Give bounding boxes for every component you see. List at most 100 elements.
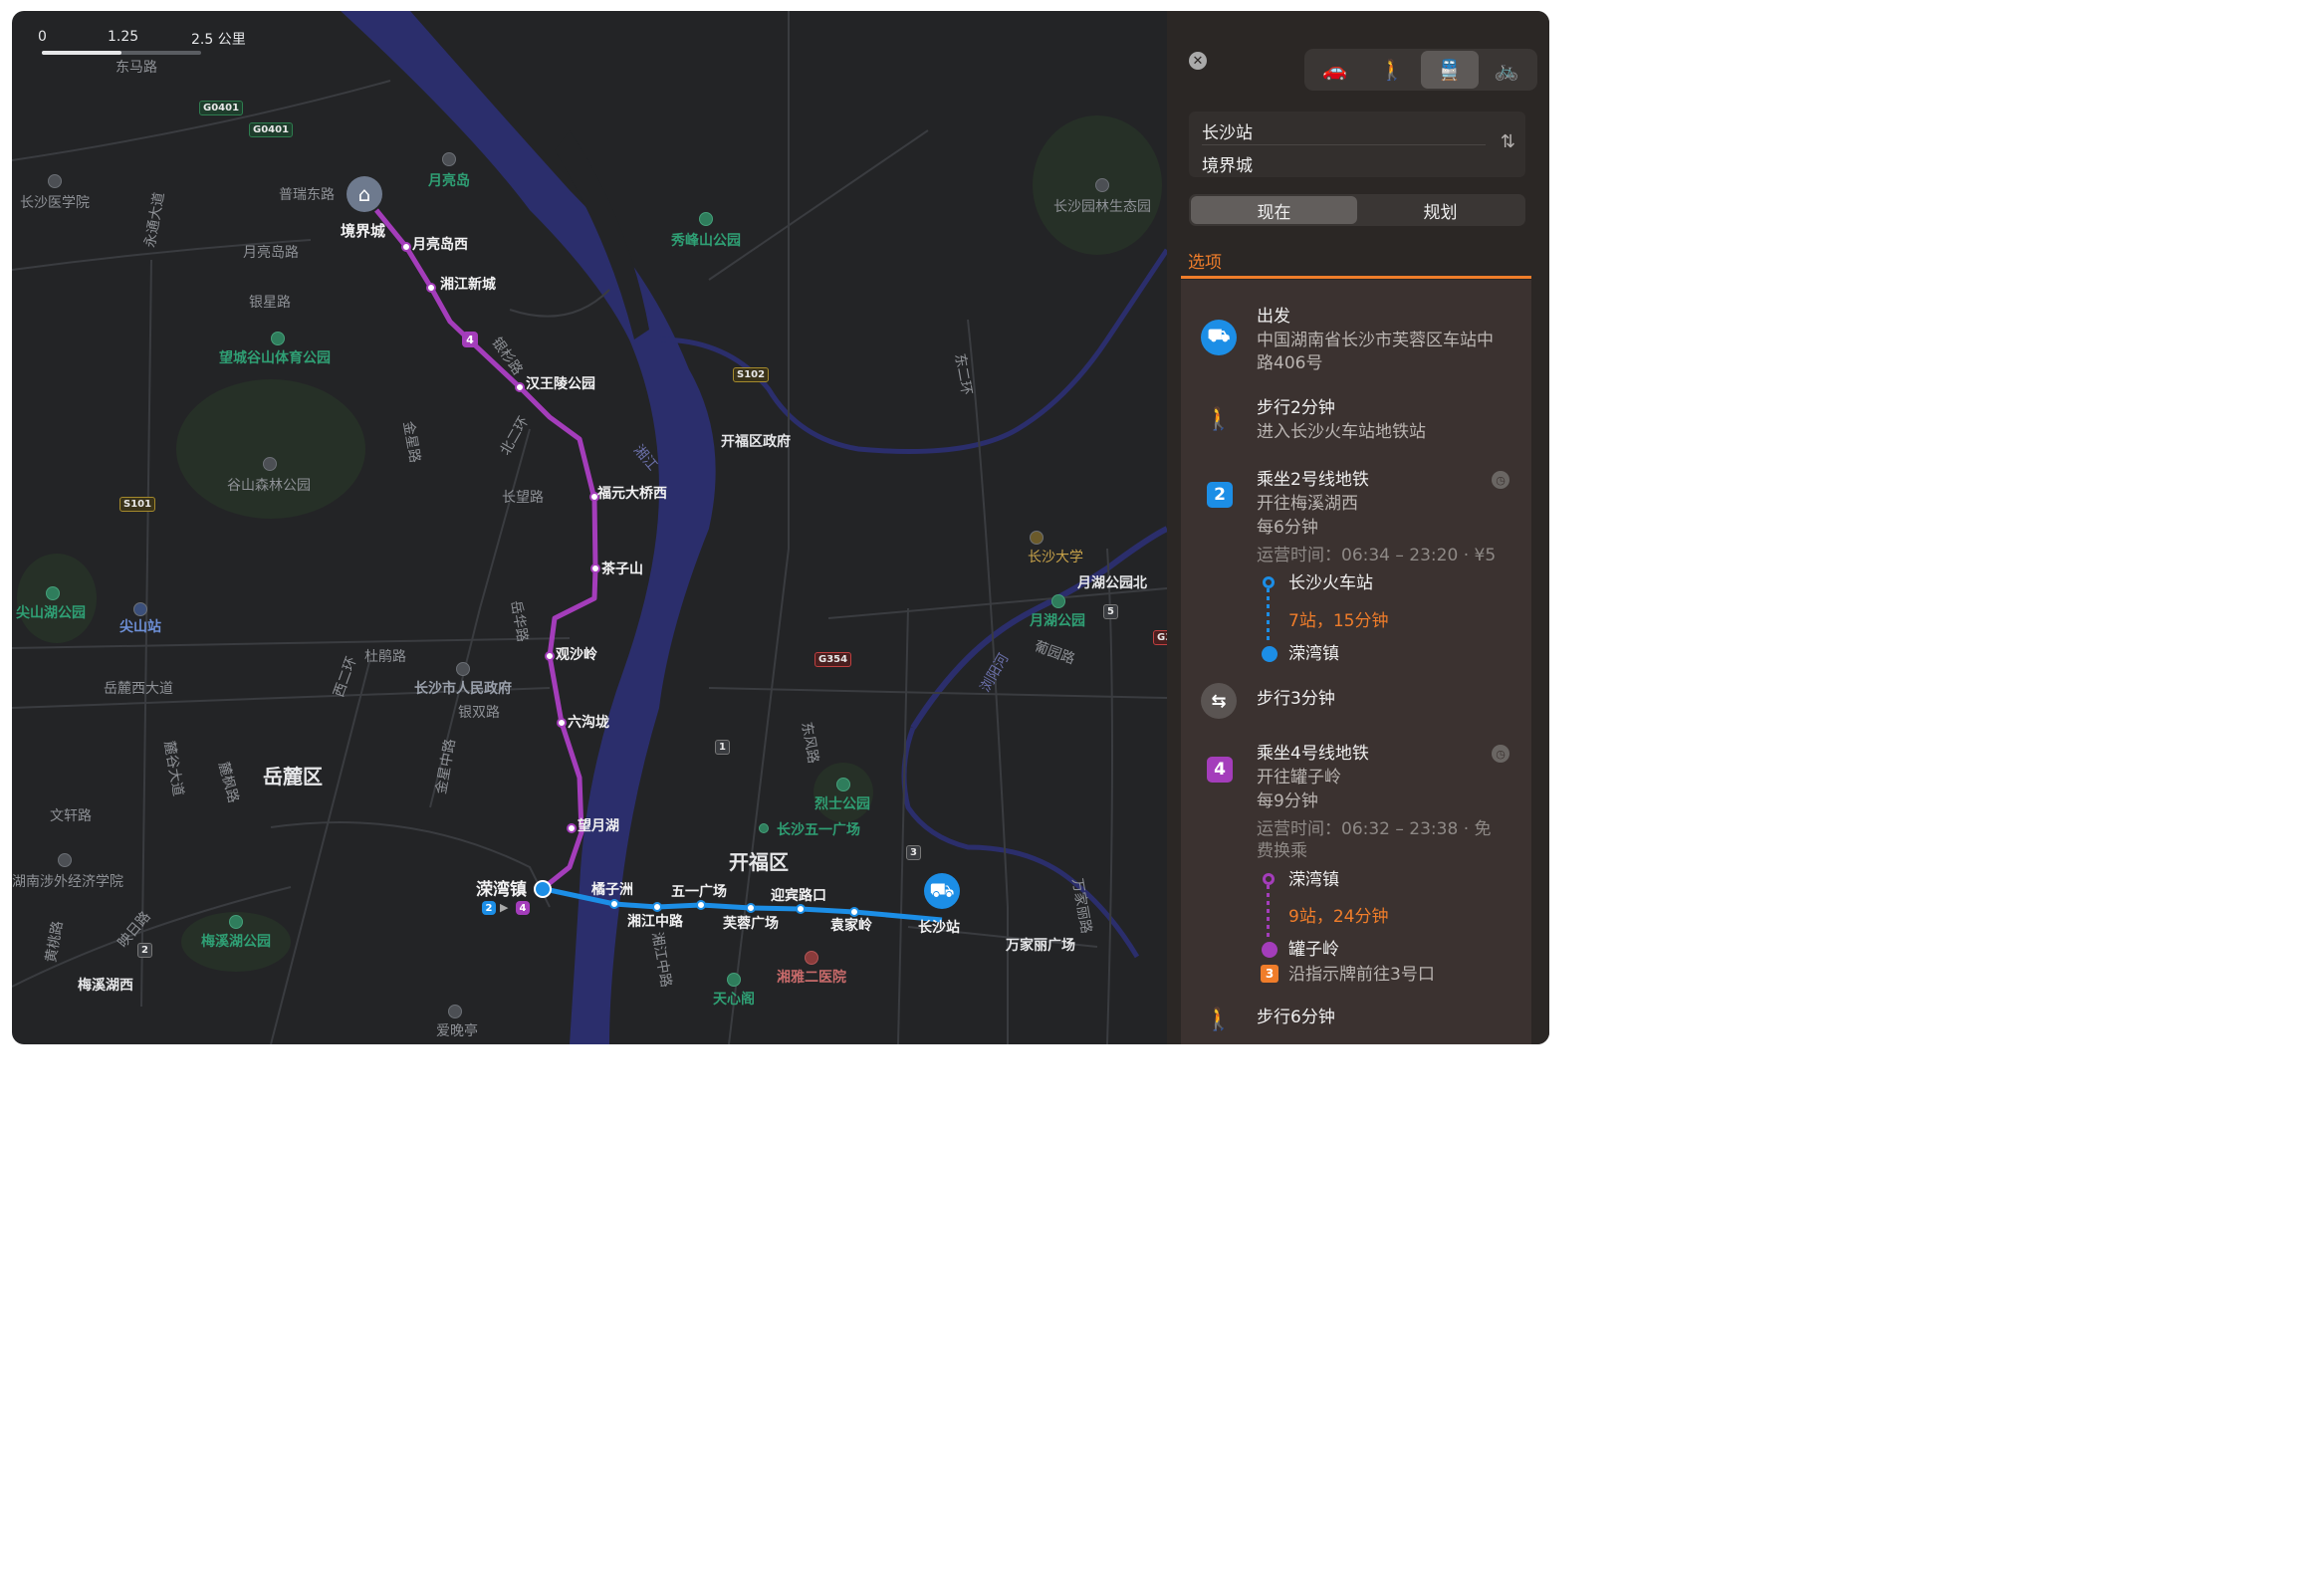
stops-connector (1267, 885, 1270, 941)
transfer-arrow-icon: ▶ (500, 901, 509, 914)
park-icon[interactable] (46, 586, 60, 600)
road-badge: 1 (715, 740, 730, 755)
train-icon[interactable]: ⛟ (924, 873, 960, 909)
walk-icon: 🚶 (1205, 406, 1233, 432)
line2-stops-count[interactable]: 7站，15分钟 (1288, 609, 1388, 633)
transfer-title: 步行3分钟 (1257, 689, 1335, 709)
station-guanshaling[interactable]: 观沙岭 (556, 646, 597, 664)
station-yingbin-lukou[interactable]: 迎宾路口 (771, 887, 826, 905)
label-yinxing-rd: 银星路 (249, 295, 291, 311)
transfer-icon: ⇆ (1201, 683, 1237, 719)
depart-address-line1: 中国湖南省长沙市芙蓉区车站中 (1257, 331, 1494, 350)
school-icon[interactable] (58, 853, 72, 867)
line2-title: 乘坐2号线地铁 (1257, 470, 1369, 490)
label-kaifu-district: 开福区 (729, 850, 789, 874)
directions-panel: ✕ 🚗 🚶 🚆 🚲 长沙站 境界城 ⇅ 现在 规划 选项 ⛟ 出发 中国湖南省长… (1167, 11, 1549, 1044)
metro-line4-route (374, 208, 598, 889)
walk2-title: 步行6分钟 (1257, 1008, 1335, 1027)
station-hanwangling[interactable]: 汉王陵公园 (526, 375, 595, 393)
park-icon[interactable] (836, 778, 850, 791)
label-lieshi-park: 烈士公园 (814, 796, 870, 812)
clock-icon[interactable]: ◷ (1492, 745, 1510, 763)
label-jianshan-station: 尖山站 (119, 619, 161, 635)
bike-icon[interactable]: 🚲 (1479, 51, 1536, 89)
pavilion-icon[interactable] (448, 1005, 462, 1018)
depart-address-line2: 路406号 (1257, 353, 1323, 373)
walk-icon: 🚶 (1205, 1007, 1233, 1032)
transfer-station-dot[interactable] (534, 880, 552, 898)
station-liugoulong[interactable]: 六沟垅 (568, 714, 609, 732)
government-icon[interactable] (456, 662, 470, 676)
line4-to-station[interactable]: 罐子岭 (1288, 938, 1339, 962)
line2-from-station[interactable]: 长沙火车站 (1288, 571, 1373, 595)
school-icon[interactable] (48, 174, 62, 188)
label-kaifu-gov: 开福区政府 (721, 434, 791, 450)
tributary (658, 248, 1170, 454)
label-yueliangdao-rd: 月亮岛路 (243, 245, 299, 261)
swap-icon[interactable]: ⇅ (1501, 131, 1515, 152)
segment-now[interactable]: 现在 (1191, 196, 1357, 224)
from-field[interactable]: 长沙站 (1202, 118, 1253, 143)
drive-icon[interactable]: 🚗 (1306, 51, 1364, 89)
park-icon[interactable] (229, 915, 243, 929)
station-fuyuan-bridge[interactable]: 福元大桥西 (597, 485, 667, 503)
exit-instruction: 沿指示牌前往3号口 (1288, 965, 1435, 985)
label-yueliang-island: 月亮岛 (428, 173, 470, 189)
label-yuelu-district: 岳麓区 (263, 765, 323, 788)
walk1-title: 步行2分钟 (1257, 398, 1335, 418)
label-meixi-lake-west: 梅溪湖西 (78, 978, 133, 994)
park-icon[interactable] (699, 212, 713, 226)
label-duhe-rd: 杜鹃路 (364, 649, 406, 665)
station-chazishan[interactable]: 茶子山 (601, 561, 643, 578)
park-icon[interactable] (442, 152, 456, 166)
transfer-line2-badge: 2 (482, 901, 496, 915)
station-yingwanzhen[interactable]: 溁湾镇 (476, 881, 527, 899)
forest-icon[interactable] (263, 457, 277, 471)
station-wuyi-guangchang[interactable]: 五一广场 (671, 883, 727, 901)
university-icon[interactable] (1030, 531, 1044, 545)
walk-icon[interactable]: 🚶 (1364, 51, 1422, 89)
options-link[interactable]: 选项 (1188, 248, 1222, 273)
station-xiangjiang-xincheng[interactable]: 湘江新城 (440, 276, 496, 294)
label-wangcheng-sports: 望城谷山体育公园 (219, 350, 331, 366)
line2-to-station[interactable]: 溁湾镇 (1288, 642, 1339, 666)
label-jianshan-park: 尖山湖公园 (16, 605, 86, 621)
label-yuehu-park: 月湖公园 (1030, 613, 1085, 629)
label-puruidong-rd: 普瑞东路 (279, 187, 335, 203)
train-icon: ⛟ (1201, 320, 1237, 355)
station-yueliangdao-west[interactable]: 月亮岛西 (412, 236, 468, 254)
park-icon[interactable] (271, 332, 285, 345)
pavilion-icon[interactable] (727, 973, 741, 987)
road-badge: 2 (137, 943, 152, 958)
hospital-icon[interactable] (805, 951, 818, 965)
line4-stops-count[interactable]: 9站，24分钟 (1288, 905, 1388, 929)
line2-direction: 开往梅溪湖西 (1257, 494, 1358, 514)
station-xiangjiang-zhonglu[interactable]: 湘江中路 (627, 913, 683, 931)
end-label-changsha-station: 长沙站 (918, 920, 960, 936)
time-segmented-control: 现在 规划 (1189, 194, 1525, 226)
label-yinshuang-rd: 银双路 (458, 705, 500, 721)
line4-from-station[interactable]: 溁湾镇 (1288, 868, 1339, 892)
destination-stop-dot (1262, 942, 1278, 958)
garden-icon[interactable] (1095, 178, 1109, 192)
origin-stop-dot (1263, 873, 1275, 885)
to-field[interactable]: 境界城 (1202, 151, 1253, 176)
transit-icon[interactable]: 🚆 (1421, 51, 1479, 89)
station-juzizhou[interactable]: 橘子洲 (591, 881, 633, 899)
park-icon[interactable] (1051, 594, 1065, 608)
route-steps: ⛟ 出发 中国湖南省长沙市芙蓉区车站中 路406号 🚶 步行2分钟 进入长沙火车… (1181, 280, 1531, 1044)
segment-plan[interactable]: 规划 (1357, 196, 1523, 224)
close-icon[interactable]: ✕ (1189, 52, 1207, 70)
station-yuanjialing[interactable]: 袁家岭 (830, 917, 872, 935)
clock-icon[interactable]: ◷ (1492, 471, 1510, 489)
station-furong-guangchang[interactable]: 芙蓉广场 (723, 915, 779, 933)
home-icon[interactable]: ⌂ (347, 176, 382, 212)
stops-connector (1267, 588, 1270, 644)
line4-badge: 4 (462, 332, 478, 347)
square-icon[interactable] (759, 823, 769, 833)
station-wangyuehu[interactable]: 望月湖 (578, 817, 619, 835)
label-changsha-garden: 长沙园林生态园 (1053, 199, 1151, 215)
station-icon[interactable] (133, 602, 147, 616)
line2-hours: 运营时间：06:34 – 23:20 · ¥5 (1257, 546, 1497, 565)
label-wuyi-square: 长沙五一广场 (777, 822, 860, 838)
